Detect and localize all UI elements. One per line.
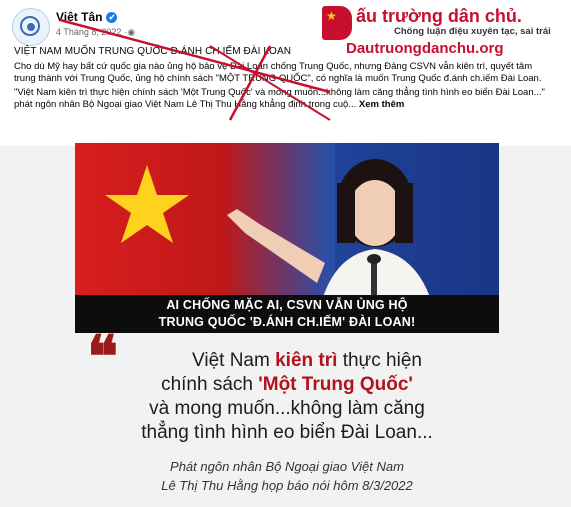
see-more-link[interactable]: Xem thêm: [359, 99, 404, 110]
brand-logo-icon: ★: [322, 6, 352, 40]
brand-site: Dautruongdanchu.org: [346, 40, 504, 57]
post-timestamp[interactable]: 4 Tháng 8, 2022 ·◉: [56, 27, 135, 38]
quote-line-2: chính sách 'Một Trung Quốc': [75, 374, 499, 396]
quote-card: ❝ Việt Nam kiên trì thực hiện chính sách…: [75, 327, 499, 507]
verified-badge-icon: ✔: [106, 12, 118, 23]
post-paragraph-2-text: "Việt Nam kiên trì thực hiện chính sách …: [14, 87, 545, 110]
star-icon: ★: [326, 9, 337, 23]
post-date[interactable]: 4 Tháng 8, 2022: [56, 27, 121, 37]
caption-banner: AI CHỐNG MẶC AI, CSVN VẪN ỦNG HỘ TRUNG Q…: [75, 295, 499, 333]
caption-line-2: TRUNG QUỐC 'Đ.ÁNH CH.IẾM' ĐÀI LOAN!: [158, 315, 416, 329]
quote-highlight-2: 'Một Trung Quốc': [258, 374, 413, 395]
page-name[interactable]: Việt Tân: [56, 10, 102, 24]
attribution-line-1: Phát ngôn nhân Bộ Ngoại giao Việt Nam: [170, 459, 404, 474]
quote-line-2-a: chính sách: [161, 374, 259, 395]
brand-watermark: ★ ấu trường dân chủ. Chống luận điệu xuy…: [320, 2, 570, 64]
page-name-link[interactable]: Việt Tân ✔: [56, 10, 118, 24]
avatar-dot: [27, 23, 35, 31]
post-header: Việt Tân ✔ 4 Tháng 8, 2022 ·◉ VIỆT NAM MUỐ…: [0, 0, 571, 146]
brand-title: ấu trường dân chủ.: [356, 6, 522, 26]
hair-left: [337, 183, 355, 243]
quote-line-1-a: Việt Nam: [192, 350, 276, 371]
caption-line-1: AI CHỐNG MẶC AI, CSVN VẪN ỦNG HỘ: [166, 298, 408, 312]
facebook-post: Việt Tân ✔ 4 Tháng 8, 2022 ·◉ VIỆT NAM MUỐ…: [0, 0, 571, 507]
page-avatar[interactable]: [12, 8, 50, 46]
face: [348, 180, 402, 246]
quote-line-1-c: thực hiện: [337, 350, 422, 371]
post-paragraph-1: Cho dù Mỹ hay bất cứ quốc gia nào ủng hộ…: [14, 61, 542, 84]
quote-line-3: và mong muốn...không làm căng: [149, 398, 425, 419]
microphone: [367, 254, 381, 264]
brand-tagline: Chống luận điệu xuyên tạc, sai trái: [394, 26, 551, 37]
post-paragraph-2: "Việt Nam kiên trì thực hiện chính sách …: [14, 87, 549, 111]
quote-highlight-1: kiên trì: [275, 350, 338, 371]
attribution-line-2: Lê Thị Thu Hằng họp báo nói hôm 8/3/2022: [161, 478, 413, 493]
post-body: Cho dù Mỹ hay bất cứ quốc gia nào ủng hộ…: [14, 61, 549, 113]
globe-icon: ·◉: [124, 27, 136, 37]
quote-line-1: Việt Nam kiên trì thực hiện: [95, 350, 519, 372]
hair-right: [395, 183, 413, 243]
quote-line-4: thẳng tình hình eo biển Đài Loan...: [141, 422, 433, 443]
